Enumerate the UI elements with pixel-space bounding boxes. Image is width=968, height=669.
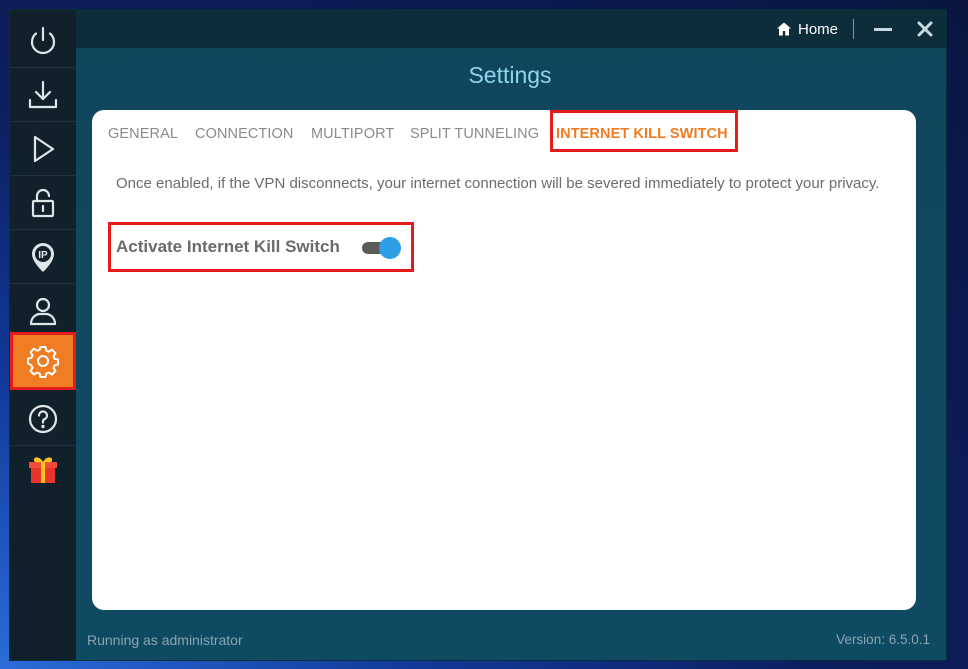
sidebar-item-ip[interactable]: IP bbox=[10, 230, 76, 284]
home-button[interactable]: Home bbox=[776, 18, 838, 40]
sidebar-item-settings[interactable] bbox=[10, 332, 76, 390]
minimize-button[interactable] bbox=[872, 19, 894, 39]
svg-text:IP: IP bbox=[38, 250, 48, 261]
home-icon bbox=[777, 22, 791, 36]
lock-icon bbox=[31, 188, 55, 217]
gift-icon bbox=[29, 457, 57, 483]
sidebar-item-gift[interactable] bbox=[10, 442, 76, 496]
toggle-knob bbox=[379, 237, 401, 259]
power-icon bbox=[30, 26, 56, 54]
kill-switch-label: Activate Internet Kill Switch bbox=[116, 237, 340, 256]
tab-split-tunneling[interactable]: SPLIT TUNNELING bbox=[410, 126, 539, 142]
titlebar: Home bbox=[76, 10, 946, 48]
download-icon bbox=[28, 80, 58, 108]
kill-switch-description: Once enabled, if the VPN disconnects, yo… bbox=[116, 175, 880, 192]
sidebar-item-download[interactable] bbox=[10, 68, 76, 122]
close-button[interactable] bbox=[914, 18, 936, 40]
settings-panel: GENERAL CONNECTION MULTIPORT SPLIT TUNNE… bbox=[92, 110, 916, 610]
sidebar-item-help[interactable] bbox=[10, 392, 76, 446]
sidebar-item-connect[interactable] bbox=[10, 14, 76, 68]
tab-connection[interactable]: CONNECTION bbox=[195, 126, 293, 142]
close-icon bbox=[917, 21, 933, 37]
admin-status: Running as administrator bbox=[87, 632, 243, 648]
gear-icon bbox=[27, 346, 59, 378]
kill-switch-toggle[interactable] bbox=[362, 237, 402, 259]
sidebar-item-account[interactable] bbox=[10, 284, 76, 338]
help-icon bbox=[28, 404, 58, 433]
tab-highlight-box bbox=[550, 110, 738, 152]
sidebar-item-lock[interactable] bbox=[10, 176, 76, 230]
tab-general[interactable]: GENERAL bbox=[108, 126, 178, 142]
page-title: Settings bbox=[468, 62, 552, 88]
main-area: Home Settings GENERAL CONNECTION MULTIPO… bbox=[76, 10, 946, 660]
tab-multiport[interactable]: MULTIPORT bbox=[311, 126, 394, 142]
titlebar-divider bbox=[853, 19, 854, 39]
ip-location-icon: IP bbox=[32, 242, 54, 272]
version-label: Version: 6.5.0.1 bbox=[836, 632, 930, 647]
user-icon bbox=[29, 297, 57, 325]
sidebar-item-play[interactable] bbox=[10, 122, 76, 176]
sidebar: IP bbox=[10, 10, 76, 660]
home-label: Home bbox=[798, 20, 839, 38]
app-window: IP Home Settings GENERAL CONNECTION MULT… bbox=[10, 10, 946, 660]
play-icon bbox=[33, 135, 55, 162]
